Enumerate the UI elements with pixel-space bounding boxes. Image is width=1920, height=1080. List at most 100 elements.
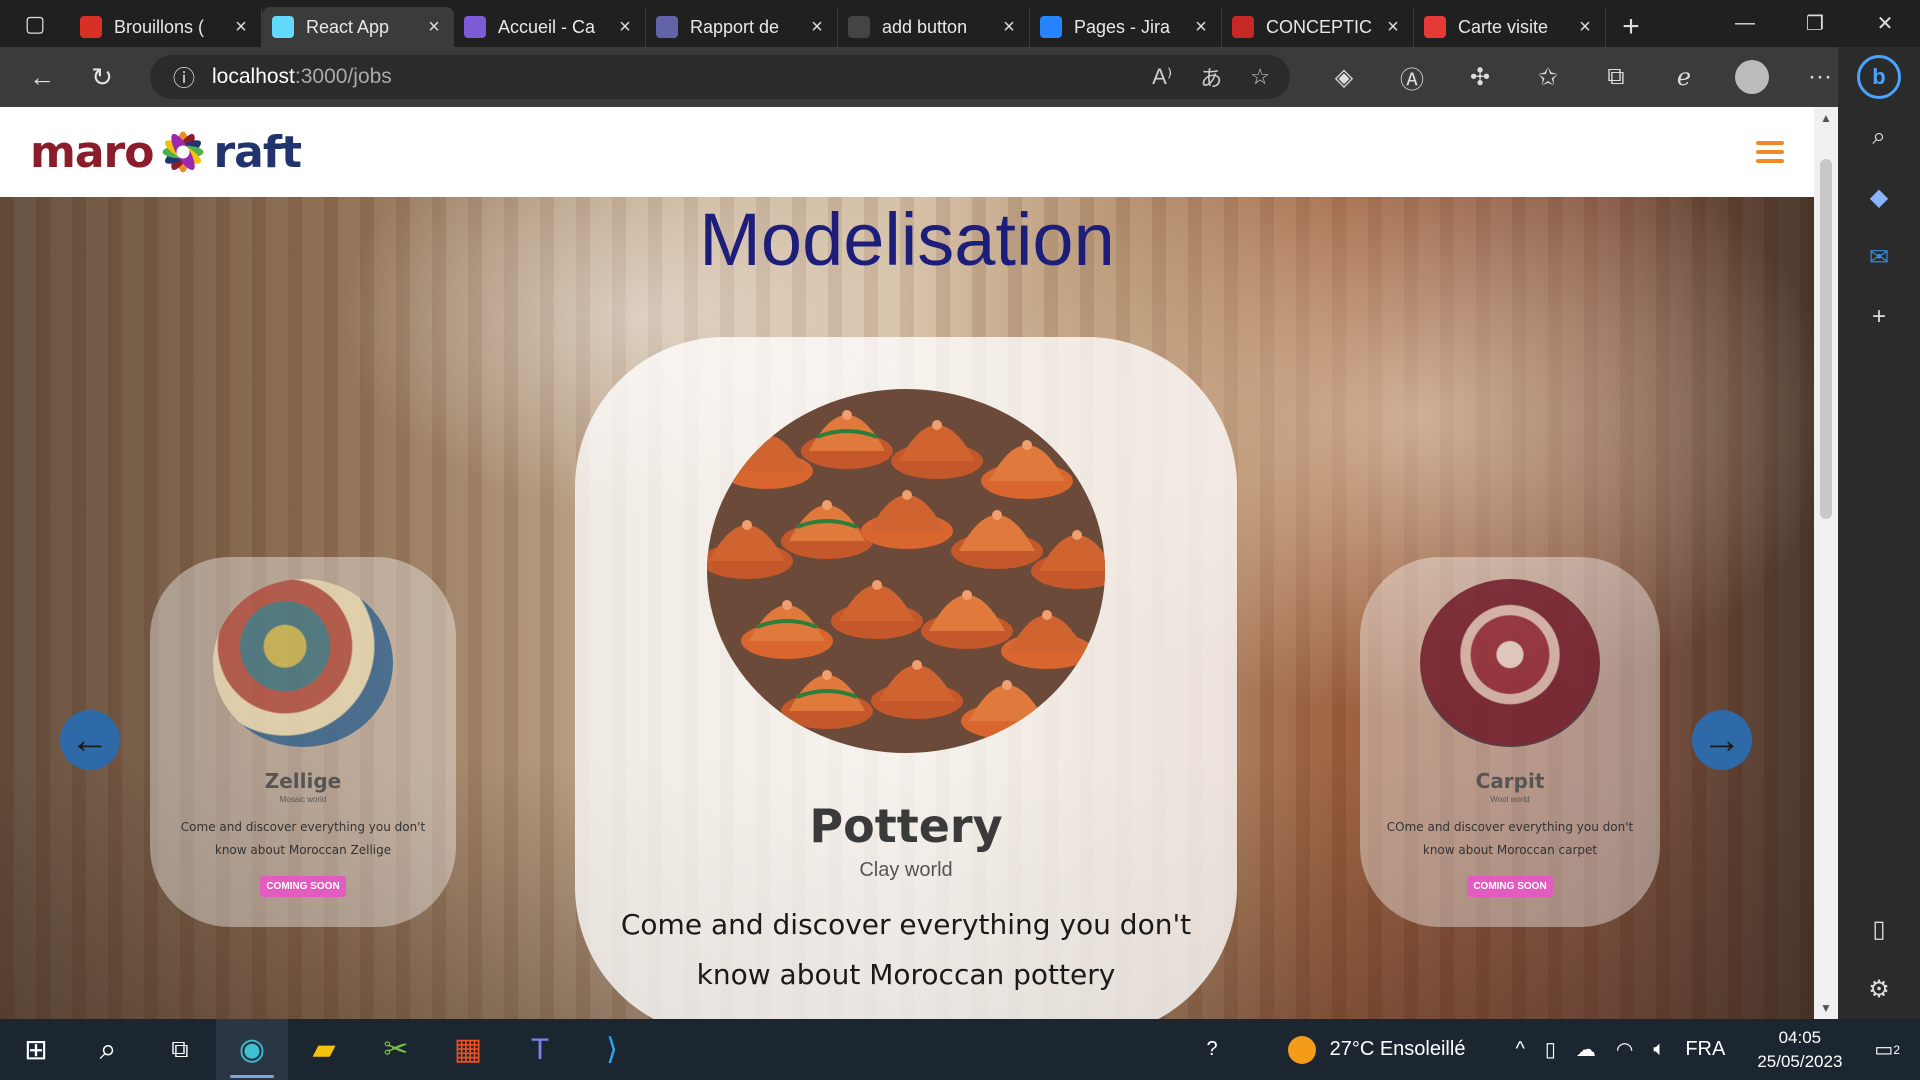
close-tab-icon[interactable]: × — [231, 16, 251, 39]
file-explorer-icon[interactable]: ▰ — [288, 1019, 360, 1080]
vscode-app-icon[interactable]: ⟩ — [576, 1019, 648, 1080]
card-zellige[interactable]: Zellige Mosaic world Come and discover e… — [150, 557, 456, 927]
close-tab-icon[interactable]: × — [807, 16, 827, 39]
tab-label: Pages - Jira — [1074, 16, 1171, 37]
edge-app-icon[interactable]: ◉ — [216, 1019, 288, 1080]
translate-icon[interactable]: あ — [1200, 61, 1222, 93]
windows-start-icon[interactable]: ⊞ — [0, 1019, 72, 1080]
back-icon[interactable]: ← — [12, 47, 72, 107]
copilot-icon[interactable]: ◆ — [1838, 167, 1920, 227]
browser-tab[interactable]: Rapport de × — [646, 7, 838, 47]
react-icon — [272, 16, 294, 38]
profile-avatar[interactable] — [1735, 60, 1769, 94]
collections-icon[interactable]: ⧉ — [1582, 47, 1650, 107]
coming-soon-badge[interactable]: COMING SOON — [260, 876, 346, 897]
minimize-icon[interactable]: — — [1710, 0, 1780, 47]
search-icon[interactable]: ⌕ — [72, 1019, 144, 1080]
scrollbar-thumb[interactable] — [1820, 159, 1832, 519]
browser-tab[interactable]: Accueil - Ca × — [454, 7, 646, 47]
edge-icon[interactable]: ℯ — [1650, 47, 1718, 107]
close-tab-icon[interactable]: × — [1575, 16, 1595, 39]
refresh-icon[interactable]: ↻ — [72, 47, 132, 107]
sidebar-toggle-icon[interactable]: ▯ — [1838, 899, 1920, 959]
close-tab-icon[interactable]: × — [999, 16, 1019, 39]
clock[interactable]: 04:05 25/05/2023 — [1757, 1026, 1842, 1074]
jira-icon — [1040, 16, 1062, 38]
teams-app-icon[interactable]: T — [504, 1019, 576, 1080]
microsoft-store-icon[interactable]: ▦ — [432, 1019, 504, 1080]
extension-icon[interactable]: ◈ — [1310, 47, 1378, 107]
scroll-down-icon[interactable]: ▼ — [1814, 1001, 1838, 1015]
hamburger-menu-icon[interactable] — [1756, 141, 1784, 163]
favorites-icon[interactable]: ✩ — [1514, 47, 1582, 107]
browser-tab[interactable]: add button × — [838, 7, 1030, 47]
close-tab-icon[interactable]: × — [424, 16, 444, 39]
browser-tab[interactable]: React App × — [262, 7, 454, 47]
tab-label: Brouillons ( — [114, 16, 205, 37]
notifications-icon[interactable]: ▭ 2 — [1874, 1037, 1900, 1062]
close-tab-icon[interactable]: × — [615, 16, 635, 39]
tab-label: CONCEPTIC — [1266, 16, 1373, 37]
close-tab-icon[interactable]: × — [1383, 16, 1403, 39]
address-bar[interactable]: ⓘ localhost:3000/jobs A⁾ あ ☆ — [150, 55, 1290, 99]
browser-tab-strip: ▢ Brouillons (× React App × Accueil - Ca × Ra… — [0, 0, 1920, 47]
carousel-prev-arrow-icon[interactable]: ← — [60, 710, 120, 770]
card-pottery[interactable]: Pottery Clay world Come and discover eve… — [575, 337, 1237, 1019]
flower-logo-icon — [162, 131, 205, 173]
github-icon — [848, 16, 870, 38]
hero-section: Modelisation Zellige Mosaic world Come a… — [0, 197, 1814, 1019]
card-carpit[interactable]: Carpit Wool world COme and discover ever… — [1360, 557, 1660, 927]
tab-label: Rapport de — [690, 16, 780, 37]
show-hidden-icon[interactable]: ^ — [1515, 1038, 1524, 1061]
new-tab-button[interactable]: + — [1606, 7, 1656, 47]
scroll-up-icon[interactable]: ▲ — [1814, 111, 1838, 125]
favorite-add-icon[interactable]: ☆ — [1250, 64, 1270, 90]
search-icon[interactable]: ⌕ — [1838, 107, 1920, 167]
settings-icon[interactable]: ⚙ — [1838, 959, 1920, 1019]
wifi-icon[interactable]: ◠ — [1616, 1037, 1633, 1062]
tab-label: React App — [306, 16, 390, 37]
browser-tab[interactable]: Pages - Jira × — [1030, 7, 1222, 47]
site-logo[interactable]: maro raft — [30, 124, 302, 180]
edge-sidebar: b ⌕ ◆ ✉ + ▯ ⚙ — [1838, 47, 1920, 1019]
carousel-next-arrow-icon[interactable]: → — [1692, 710, 1752, 770]
page-scrollbar[interactable]: ▲ ▼ — [1814, 107, 1838, 1019]
extensions-area: ◈ Ⓐ ✣ ✩ ⧉ ℯ ··· — [1310, 47, 1854, 107]
puzzle-icon[interactable]: ✣ — [1446, 47, 1514, 107]
sun-icon — [1287, 1035, 1316, 1064]
close-window-icon[interactable]: ✕ — [1850, 0, 1920, 47]
canva-icon — [464, 16, 486, 38]
bing-icon[interactable]: b — [1857, 55, 1901, 99]
url-text[interactable]: localhost:3000/jobs — [212, 65, 392, 89]
outlook-icon[interactable]: ✉ — [1838, 227, 1920, 287]
volume-icon[interactable]: 🔈︎ — [1653, 1038, 1665, 1061]
carpet-image — [1420, 579, 1600, 747]
page-title: Modelisation — [699, 198, 1115, 281]
adobe-icon[interactable]: Ⓐ — [1378, 47, 1446, 107]
windows-taskbar: ⊞ ⌕ ⧉ ◉ ▰ ✂ ▦ T ⟩ ? 27°C Ensoleillé ^ ▯ … — [0, 1019, 1920, 1080]
task-view-icon[interactable]: ⧉ — [144, 1019, 216, 1080]
pottery-image — [707, 389, 1105, 753]
browser-toolbar: ← ↻ ⓘ localhost:3000/jobs A⁾ あ ☆ ◈ Ⓐ ✣ ✩… — [0, 47, 1920, 107]
site-info-icon[interactable]: ⓘ — [164, 61, 204, 93]
browser-tab[interactable]: Brouillons ( × — [70, 7, 262, 47]
help-icon[interactable]: ? — [1206, 1038, 1217, 1061]
browser-tab[interactable]: CONCEPTIC × — [1222, 7, 1414, 47]
page-viewport: maro raft Modelisation Zellige Mosaic wo… — [0, 107, 1814, 1019]
snipping-tool-icon[interactable]: ✂ — [360, 1019, 432, 1080]
browser-tab[interactable]: Carte visite × — [1414, 7, 1606, 47]
coming-soon-badge[interactable]: COMING SOON — [1467, 876, 1553, 897]
onedrive-icon[interactable]: ☁ — [1576, 1037, 1596, 1062]
close-tab-icon[interactable]: × — [1191, 16, 1211, 39]
tab-actions-icon[interactable]: ▢ — [0, 0, 70, 47]
language-indicator[interactable]: FRA — [1685, 1038, 1725, 1061]
read-aloud-icon[interactable]: A⁾ — [1152, 64, 1172, 90]
add-sidebar-icon[interactable]: + — [1838, 287, 1920, 347]
window-controls: — ❐ ✕ — [1710, 0, 1920, 47]
pdf-icon — [1232, 16, 1254, 38]
teams-icon — [656, 16, 678, 38]
maximize-icon[interactable]: ❐ — [1780, 0, 1850, 47]
zellige-image — [213, 579, 393, 747]
weather-widget[interactable]: 27°C Ensoleillé — [1287, 1035, 1465, 1064]
device-icon[interactable]: ▯ — [1545, 1037, 1556, 1062]
